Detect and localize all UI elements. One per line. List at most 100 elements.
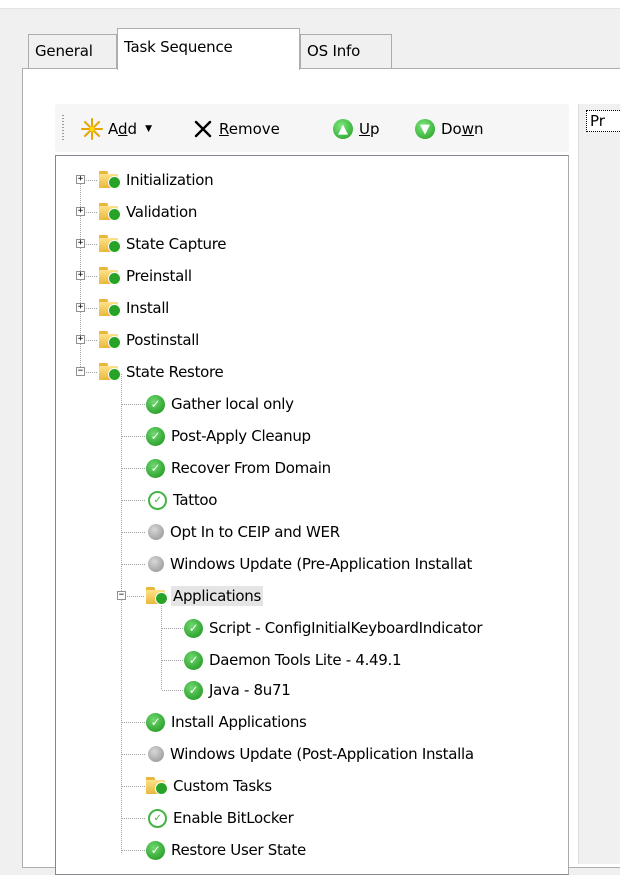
tree-item[interactable]: ✓ Install Applications (146, 710, 309, 734)
tree-item[interactable]: ✓ Gather local only (146, 392, 296, 416)
add-dropdown-icon[interactable]: ▼ (145, 124, 152, 134)
properties-tab-label: Pr (590, 112, 605, 130)
tree-item-label: Opt In to CEIP and WER (170, 523, 340, 541)
tree-group[interactable]: Validation (99, 200, 199, 224)
tree-item-label: Daemon Tools Lite - 4.49.1 (209, 651, 402, 669)
tab-os-info-label: OS Info (307, 42, 361, 60)
folder-icon (99, 203, 121, 221)
tree-group-label: Initialization (126, 171, 214, 189)
task-sequence-tree[interactable]: + Initialization + Validation + State Ca… (55, 155, 569, 875)
expand-toggle[interactable]: + (76, 271, 85, 280)
add-button[interactable]: Add ▼ (80, 117, 152, 141)
add-label: Add (108, 120, 138, 138)
tree-group-label: Postinstall (126, 331, 199, 349)
expand-toggle[interactable]: + (76, 303, 85, 312)
folder-icon (146, 587, 168, 605)
tree-item[interactable]: ✓ Recover From Domain (146, 456, 333, 480)
tree-item[interactable]: ✓ Java - 8u71 (184, 678, 292, 702)
tree-item[interactable]: Custom Tasks (146, 774, 274, 798)
tree-item[interactable]: ✓ Post-Apply Cleanup (146, 424, 313, 448)
tree-item[interactable]: ✓ Daemon Tools Lite - 4.49.1 (184, 648, 403, 672)
expand-toggle[interactable]: + (76, 239, 85, 248)
disabled-step-icon (148, 524, 164, 540)
disabled-step-icon (148, 556, 164, 572)
check-icon: ✓ (146, 426, 165, 446)
tree-group-label: State Restore (126, 363, 224, 381)
tree-line (127, 596, 145, 597)
tree-line (122, 532, 146, 533)
folder-icon (99, 171, 121, 189)
expand-toggle[interactable]: + (76, 207, 85, 216)
expand-toggle[interactable]: + (76, 335, 85, 344)
down-label: Down (441, 120, 484, 138)
collapse-toggle[interactable]: − (76, 367, 85, 376)
tree-item-label: Recover From Domain (171, 459, 331, 477)
tree-item[interactable]: ✓ Enable BitLocker (148, 806, 295, 830)
tree-group[interactable]: Initialization (99, 168, 215, 192)
tree-line (86, 276, 98, 277)
tree-item-label: Restore User State (171, 841, 306, 859)
up-button[interactable]: ▲ Up (333, 117, 380, 141)
check-icon: ✓ (146, 712, 165, 732)
folder-icon (99, 331, 121, 349)
tree-group[interactable]: Postinstall (99, 328, 201, 352)
folder-icon (146, 777, 168, 795)
folder-icon (99, 267, 121, 285)
check-icon: ✓ (184, 650, 203, 670)
tree-item[interactable]: Opt In to CEIP and WER (148, 520, 342, 544)
tree-line (121, 374, 122, 854)
check-icon: ✓ (146, 394, 165, 414)
folder-icon (99, 299, 121, 317)
tree-line (122, 850, 146, 851)
tab-os-info[interactable]: OS Info (300, 34, 392, 68)
tree-item[interactable]: Windows Update (Post-Application Install… (148, 742, 476, 766)
up-label: Up (359, 120, 380, 138)
tree-item[interactable]: ✓ Tattoo (148, 488, 219, 512)
tree-item-label: Windows Update (Post-Application Install… (170, 745, 474, 763)
remove-button[interactable]: Remove (193, 117, 280, 141)
expand-toggle[interactable]: + (76, 175, 85, 184)
tree-line (122, 404, 146, 405)
tree-line (86, 180, 98, 181)
tree-item-label: Enable BitLocker (173, 809, 294, 827)
properties-tab[interactable]: Pr (586, 110, 620, 132)
tree-group[interactable]: State Restore (99, 360, 226, 384)
tree-group-applications[interactable]: Applications (146, 584, 264, 608)
tree-line (122, 722, 146, 723)
remove-icon (193, 119, 213, 139)
properties-pane (578, 104, 620, 864)
tree-item-label: Script - ConfigInitialKeyboardIndicator (209, 619, 483, 637)
tree-group[interactable]: State Capture (99, 232, 228, 256)
toolbar-grip[interactable] (62, 115, 64, 141)
tree-item-label: Post-Apply Cleanup (171, 427, 311, 445)
tab-task-sequence-label: Task Sequence (124, 38, 233, 56)
tree-line (162, 660, 184, 661)
tree-item-label: Windows Update (Pre-Application Installa… (170, 555, 473, 573)
tree-item[interactable]: ✓ Restore User State (146, 838, 308, 862)
disabled-step-icon (148, 746, 164, 762)
tree-group-label: State Capture (126, 235, 227, 253)
folder-icon (99, 363, 121, 381)
tab-general[interactable]: General (28, 34, 117, 68)
tree-item-label: Install Applications (171, 713, 307, 731)
tree-item-label: Gather local only (171, 395, 294, 413)
down-button[interactable]: ▼ Down (415, 117, 484, 141)
tree-item-label: Java - 8u71 (209, 681, 291, 699)
check-icon: ✓ (146, 458, 165, 478)
tree-item[interactable]: ✓ Script - ConfigInitialKeyboardIndicato… (184, 616, 484, 640)
collapse-toggle[interactable]: − (117, 591, 126, 600)
tree-line (122, 468, 146, 469)
tree-item-label: Applications (171, 586, 264, 606)
tree-line (122, 786, 146, 787)
tree-line (122, 500, 146, 501)
check-icon: ✓ (146, 840, 165, 860)
tree-item[interactable]: Windows Update (Pre-Application Installa… (148, 552, 474, 576)
tree-group[interactable]: Install (99, 296, 171, 320)
tree-line (86, 308, 98, 309)
check-outline-icon: ✓ (148, 490, 167, 510)
check-outline-icon: ✓ (148, 808, 167, 828)
tree-line (86, 212, 98, 213)
tab-task-sequence[interactable]: Task Sequence (117, 28, 300, 70)
tree-line (86, 340, 98, 341)
tree-group[interactable]: Preinstall (99, 264, 194, 288)
